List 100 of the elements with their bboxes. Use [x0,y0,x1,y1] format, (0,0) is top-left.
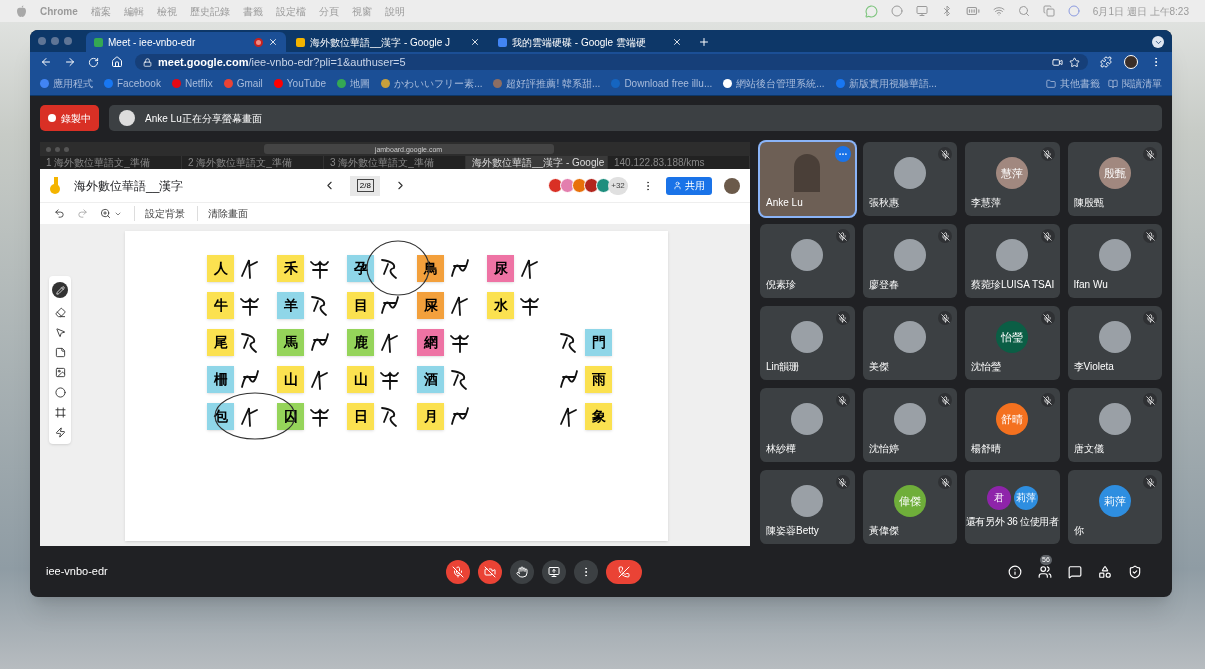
sticky-note[interactable]: 酒 [417,366,444,393]
close-tab-icon[interactable] [268,37,278,47]
sticky-note[interactable]: 人 [207,255,234,282]
home-icon[interactable] [111,56,123,68]
raise-hand-button[interactable] [510,559,534,584]
bookmark-link[interactable]: Netflix [171,76,213,91]
image-icon[interactable] [54,367,66,378]
close-tab-icon[interactable] [672,37,682,47]
sticky-note[interactable]: 門 [585,329,612,356]
toolbar-action[interactable]: 清除畫面 [197,206,248,221]
sticky-note[interactable]: 目 [347,292,374,319]
undo-icon[interactable] [54,208,65,219]
avatar-photo-placeholder [893,157,926,189]
browser-tab[interactable]: Meet - iee-vnbo-edr [86,32,286,52]
user-avatar[interactable] [724,177,740,194]
participant-name: 楊舒晴 [971,442,1001,456]
sticky-note[interactable]: 包 [207,403,234,430]
sticky-note[interactable]: 網 [417,329,444,356]
bookmark-link[interactable]: 應用程式 [40,76,93,91]
bookmark-link[interactable]: かわいいフリー素... [381,76,483,91]
share-button[interactable]: 共用 [666,176,712,195]
sticky-note[interactable]: 柵 [207,366,234,393]
jamboard-logo-icon [50,176,62,195]
bookmark-link[interactable]: Facebook [104,76,161,91]
sticky-note[interactable]: 月 [417,403,444,430]
activities-icon[interactable] [1098,564,1112,579]
bookmark-link[interactable]: Gmail [223,76,263,91]
participant-name: 黃偉傑 [868,524,899,538]
sticky-note[interactable]: 尾 [207,329,234,356]
eraser-icon[interactable] [54,307,66,318]
sticky-note[interactable]: 牛 [207,292,234,319]
sticky-note[interactable]: 山 [277,366,304,393]
sticky-note[interactable]: 禾 [277,255,304,282]
sticky-note[interactable]: 屎 [417,292,444,319]
avatar-photo-placeholder [791,403,824,435]
circle-shape-icon[interactable] [54,387,66,398]
sticky-note-icon[interactable] [54,347,66,358]
sticky-note[interactable]: 象 [585,403,612,430]
sticky-note[interactable]: 雨 [585,366,612,393]
bookmark-link[interactable]: 網站後台管理系統... [723,76,825,91]
bookmark-link[interactable]: Download free illu... [611,76,713,91]
host-controls-icon[interactable] [1128,564,1142,579]
sticky-note[interactable]: 山 [347,366,374,393]
sticky-note[interactable]: 鹿 [347,329,374,356]
tab-search-icon[interactable] [1152,36,1164,48]
more-collaborators: +32 [608,176,628,195]
sticky-note[interactable]: 水 [487,292,514,319]
bookmark-folder-link[interactable]: 閱讀清單 [1108,76,1162,91]
participant-name: 沈怡瑩 [971,360,1001,374]
laser-icon[interactable] [54,427,66,438]
microphone-off-button[interactable] [446,559,470,584]
tab-title: Meet - iee-vnbo-edr [108,35,197,50]
forward-icon[interactable] [64,56,76,68]
reload-icon[interactable] [88,56,99,68]
back-icon[interactable] [40,56,52,68]
people-icon[interactable] [1038,564,1052,579]
camera-icon[interactable] [1052,56,1063,68]
frame-selector[interactable]: 2/8 [350,175,381,196]
present-button[interactable] [542,559,566,584]
sticky-note[interactable]: 囚 [277,403,304,430]
camera-off-button[interactable] [478,559,502,584]
close-tab-icon[interactable] [470,37,480,47]
initials-avatar: 莉萍 [1013,485,1038,510]
sticky-note[interactable]: 羊 [277,292,304,319]
sticky-note[interactable]: 孕 [347,255,374,282]
bookmark-folder-link[interactable]: 其他書籤 [1046,76,1100,91]
address-bar[interactable]: meet.google.com/iee-vnbo-edr?pli=1&authuser=5 [135,54,1088,70]
bookmark-star-icon[interactable] [1069,56,1080,68]
info-icon[interactable] [1008,564,1022,579]
initials-avatar: 君 [986,485,1011,510]
sticky-note[interactable]: 馬 [277,329,304,356]
url-text: meet.google.com/iee-vnbo-edr?pli=1&authuser=5 [158,54,406,70]
toolbar-action[interactable]: 設定背景 [134,206,185,221]
bookmark-link[interactable]: 超好評推薦! 韓系甜... [493,76,601,91]
bookmark-link[interactable]: YouTube [273,76,327,91]
zoom-icon[interactable] [100,208,111,219]
profile-avatar[interactable] [1124,55,1138,69]
avatar-photo-placeholder [1098,239,1131,271]
extensions-icon[interactable] [1100,56,1112,68]
avatar-photo-placeholder [893,321,926,353]
leave-call-button[interactable] [606,559,642,584]
avatar-photo-placeholder [791,321,824,353]
video-tile[interactable]: Anke Lu [760,142,855,216]
avatar-photo-placeholder [1098,403,1131,435]
chat-icon[interactable] [1068,564,1082,579]
pen-tool-icon[interactable] [52,282,68,298]
avatar-photo-placeholder [791,485,824,517]
text-box-icon[interactable] [54,407,66,418]
sticky-note[interactable]: 尿 [487,255,514,282]
bookmark-link[interactable]: 地圖 [337,76,371,91]
more-options-button[interactable] [834,146,851,162]
recording-button[interactable]: 錄製中 [40,105,99,131]
sticky-note[interactable]: 日 [347,403,374,430]
new-tab-icon[interactable] [698,36,710,48]
browser-tab[interactable]: 海外數位華語__漢字 - Google J [288,32,488,52]
present-screen-icon [548,565,560,578]
initials-avatar: 怡瑩 [996,321,1029,353]
browser-tab[interactable]: 我的雲端硬碟 - Google 雲端硬 [490,32,690,52]
bookmark-link[interactable]: 新版實用視聽華語... [835,76,937,91]
pointer-icon[interactable] [54,327,66,338]
